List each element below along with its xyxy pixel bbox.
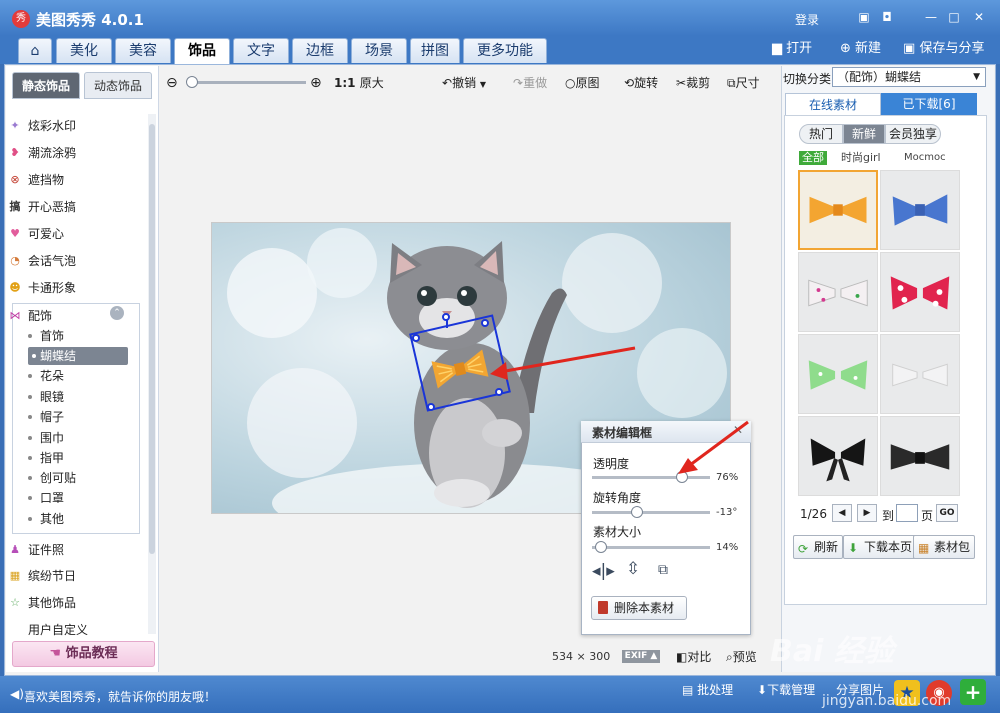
arrowhead-bowtie [490, 362, 508, 380]
arrow-to-opacity [685, 420, 749, 470]
arrow-to-bowtie [499, 346, 636, 374]
annotation-arrows [490, 346, 749, 474]
